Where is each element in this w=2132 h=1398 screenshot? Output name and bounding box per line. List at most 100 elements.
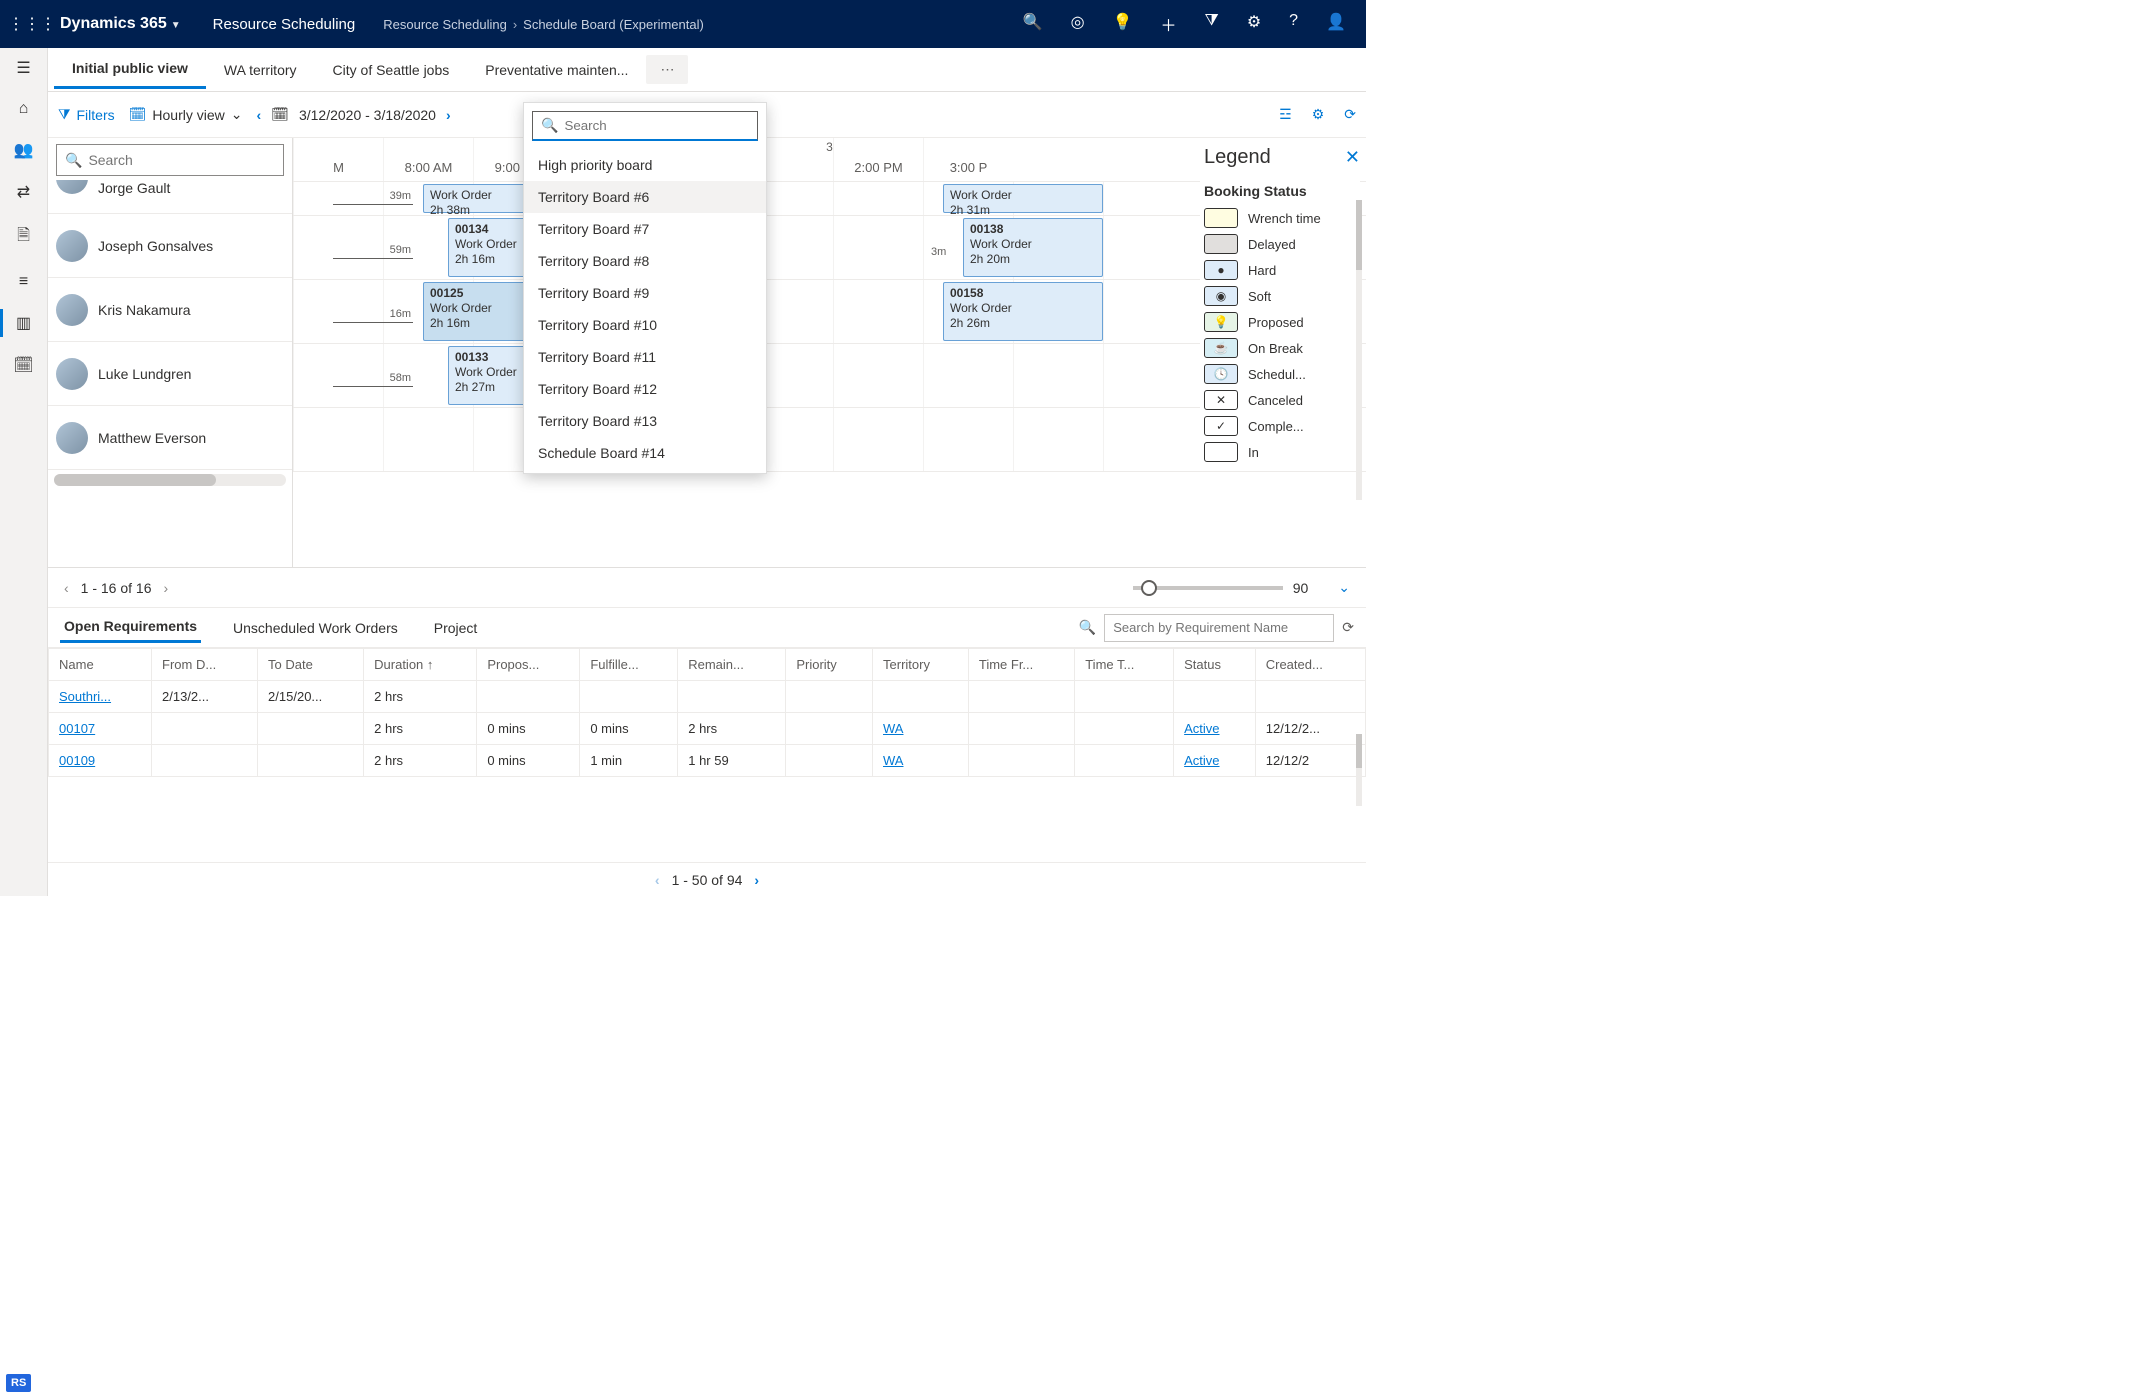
column-header[interactable]: Fulfille... — [580, 649, 678, 681]
column-header[interactable]: Created... — [1255, 649, 1365, 681]
tab-3[interactable]: Preventative mainten... — [467, 52, 646, 88]
add-icon[interactable]: ＋ — [1161, 12, 1177, 36]
help-icon[interactable]: ? — [1289, 12, 1298, 36]
column-header[interactable]: Duration ↑ — [364, 649, 477, 681]
brand-label[interactable]: Dynamics 365▼ — [56, 15, 193, 33]
column-header[interactable]: Status — [1174, 649, 1256, 681]
resource-search-input[interactable]: 🔍 — [56, 144, 284, 176]
settings-icon[interactable]: ⚙ — [1247, 12, 1261, 36]
resource-row[interactable]: Kris Nakamura — [48, 278, 292, 342]
booking-block[interactable]: 00138Work Order2h 20m — [963, 218, 1103, 277]
task-icon[interactable]: ◎ — [1071, 12, 1085, 36]
schedule-day-icon[interactable]: ▥ — [0, 313, 47, 333]
column-header[interactable]: Territory — [873, 649, 969, 681]
refresh-icon[interactable]: ⟳ — [1342, 619, 1354, 636]
column-header[interactable]: Propos... — [477, 649, 580, 681]
tab-1[interactable]: WA territory — [206, 52, 315, 88]
horizontal-scrollbar[interactable] — [54, 474, 286, 486]
bottom-tab[interactable]: Open Requirements — [60, 612, 201, 643]
module-label[interactable]: Resource Scheduling — [193, 16, 376, 33]
board-settings-icon[interactable]: ⚙ — [1312, 106, 1325, 123]
legend-row: 🕓Schedul... — [1200, 361, 1360, 387]
bottom-tab[interactable]: Unscheduled Work Orders — [229, 614, 402, 642]
vertical-scrollbar[interactable] — [1356, 200, 1362, 500]
org-icon[interactable]: ⇄ — [0, 182, 47, 202]
column-header[interactable]: Time T... — [1075, 649, 1174, 681]
column-header[interactable]: Name — [49, 649, 152, 681]
board-option[interactable]: High priority board — [524, 149, 766, 181]
people-icon[interactable]: 👥 — [0, 140, 47, 160]
user-icon[interactable]: 👤 — [1326, 12, 1346, 36]
list-icon[interactable]: ≡ — [0, 273, 47, 291]
page-next-icon[interactable]: › — [164, 580, 169, 596]
calendar-icon[interactable]: 🗓 — [0, 355, 47, 375]
link-cell[interactable]: 00107 — [59, 721, 95, 736]
hamburger-icon[interactable]: ☰ — [0, 58, 47, 78]
link-cell[interactable]: Southri... — [59, 689, 111, 704]
resource-row[interactable]: Joseph Gonsalves — [48, 214, 292, 278]
zoom-slider[interactable] — [1133, 586, 1283, 590]
date-next-button[interactable]: › — [446, 107, 451, 123]
column-header[interactable]: Remain... — [678, 649, 786, 681]
avatar — [56, 358, 88, 390]
filters-button[interactable]: ⧩Filters — [58, 106, 115, 123]
table-row[interactable]: 001092 hrs0 mins1 min1 hr 59WAActive12/1… — [49, 745, 1366, 777]
board-option[interactable]: Territory Board #10 — [524, 309, 766, 341]
legend-row: ◉Soft — [1200, 283, 1360, 309]
link-cell[interactable]: WA — [883, 753, 903, 768]
board-option[interactable]: Territory Board #6 — [524, 181, 766, 213]
column-header[interactable]: Priority — [786, 649, 873, 681]
legend-row: 💡Proposed — [1200, 309, 1360, 335]
booking-block[interactable]: 00158Work Order2h 26m — [943, 282, 1103, 341]
table-row[interactable]: 001072 hrs0 mins0 mins2 hrsWAActive12/12… — [49, 713, 1366, 745]
board-search-input[interactable]: 🔍 — [532, 111, 758, 141]
page-prev-icon[interactable]: ‹ — [64, 580, 69, 596]
link-cell[interactable]: 00109 — [59, 753, 95, 768]
tab-more[interactable]: ⋯ — [646, 55, 688, 84]
view-mode-picker[interactable]: 🗓Hourly view⌄ — [129, 106, 243, 123]
board-option[interactable]: Territory Board #12 — [524, 373, 766, 405]
link-cell[interactable]: Active — [1184, 753, 1219, 768]
column-header[interactable]: From D... — [152, 649, 258, 681]
document-icon[interactable]: 🗎 — [0, 224, 47, 251]
link-cell[interactable]: WA — [883, 721, 903, 736]
resource-row[interactable]: Luke Lundgren — [48, 342, 292, 406]
legend-badge — [1204, 208, 1238, 228]
refresh-icon[interactable]: ⟳ — [1344, 106, 1356, 123]
lightbulb-icon[interactable]: 💡 — [1113, 12, 1133, 36]
avatar — [56, 294, 88, 326]
resource-row[interactable]: Matthew Everson — [48, 406, 292, 470]
board-option[interactable]: Territory Board #13 — [524, 405, 766, 437]
date-range-label[interactable]: 3/12/2020 - 3/18/2020 — [299, 107, 436, 123]
home-icon[interactable]: ⌂ — [0, 100, 47, 118]
column-header[interactable]: To Date — [258, 649, 364, 681]
filter-icon[interactable]: ⧩ — [1205, 12, 1219, 36]
board-option[interactable]: Schedule Board #14 — [524, 437, 766, 469]
board-option[interactable]: Territory Board #11 — [524, 341, 766, 373]
app-launcher-icon[interactable]: ⋮⋮⋮ — [8, 14, 56, 34]
link-cell[interactable]: Active — [1184, 721, 1219, 736]
resource-name: Kris Nakamura — [98, 302, 191, 318]
search-icon[interactable]: 🔍 — [1079, 619, 1096, 636]
bottom-tab[interactable]: Project — [430, 614, 482, 642]
table-row[interactable]: Southri...2/13/2...2/15/20...2 hrs — [49, 681, 1366, 713]
close-icon[interactable]: ✕ — [1345, 147, 1360, 168]
tab-2[interactable]: City of Seattle jobs — [315, 52, 468, 88]
rs-badge[interactable]: RS — [6, 1374, 31, 1392]
search-icon[interactable]: 🔍 — [1023, 12, 1043, 36]
column-header[interactable]: Time Fr... — [968, 649, 1074, 681]
resource-name: Luke Lundgren — [98, 366, 191, 382]
booking-block[interactable]: Work Order2h 31m — [943, 184, 1103, 213]
date-prev-button[interactable]: ‹ — [257, 107, 262, 123]
board-option[interactable]: Territory Board #9 — [524, 277, 766, 309]
board-option[interactable]: Territory Board #8 — [524, 245, 766, 277]
list-view-icon[interactable]: ☲ — [1279, 106, 1292, 123]
tab-0[interactable]: Initial public view — [54, 50, 206, 89]
board-option[interactable]: Territory Board #7 — [524, 213, 766, 245]
vertical-scrollbar[interactable] — [1356, 734, 1362, 806]
page-prev-icon[interactable]: ‹ — [655, 872, 660, 888]
requirement-search-input[interactable] — [1104, 614, 1334, 642]
expand-icon[interactable]: ⌄ — [1338, 579, 1350, 596]
resource-row[interactable]: Jorge Gault — [48, 180, 292, 214]
page-next-icon[interactable]: › — [754, 872, 759, 888]
